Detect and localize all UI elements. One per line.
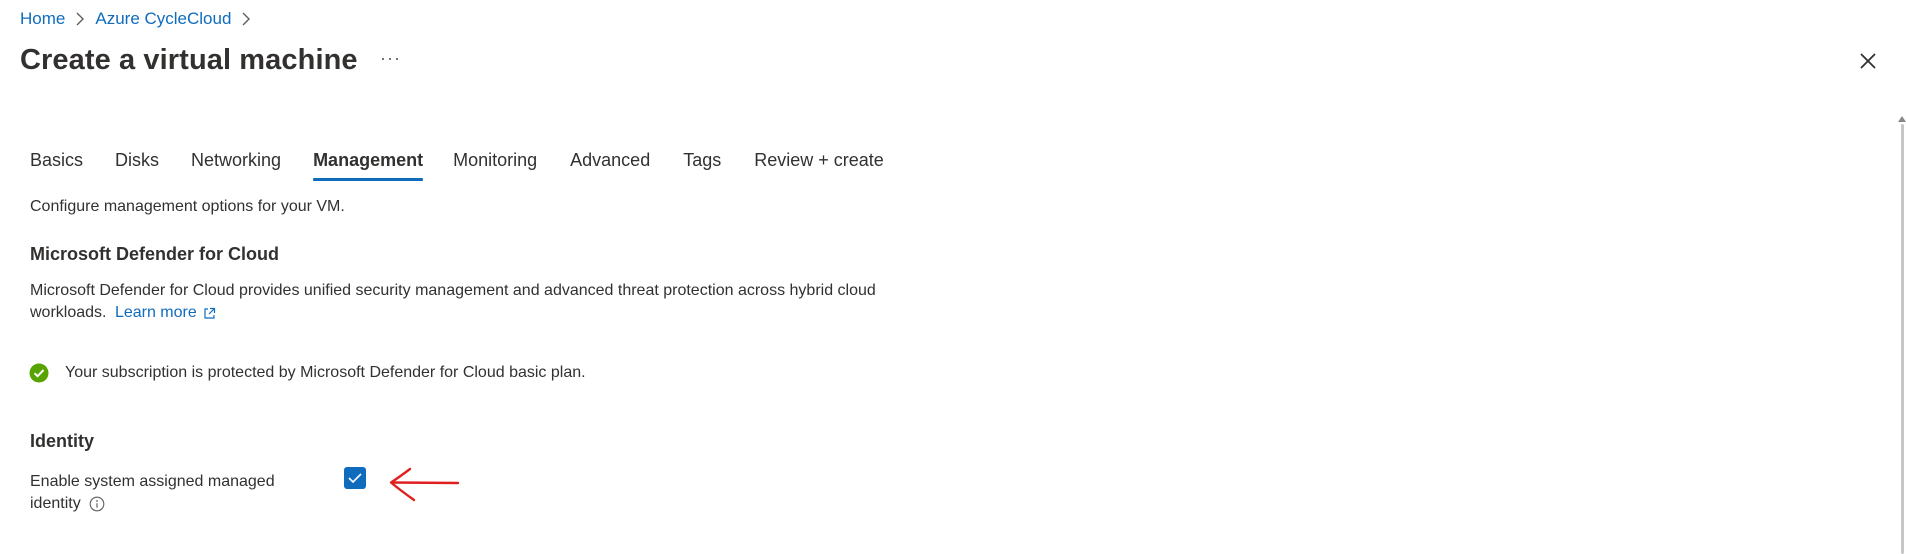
breadcrumb: Home Azure CycleCloud: [20, 8, 261, 30]
checkmark-icon: [348, 473, 362, 484]
scroll-up-arrow-icon[interactable]: [1898, 116, 1906, 122]
red-arrow-icon: [389, 467, 460, 502]
tab-monitoring[interactable]: Monitoring: [453, 146, 537, 182]
tab-basics[interactable]: Basics: [30, 146, 83, 182]
more-options-button[interactable]: ···: [380, 48, 401, 69]
breadcrumb-cyclecloud-link[interactable]: Azure CycleCloud: [95, 8, 231, 30]
defender-description: Microsoft Defender for Cloud provides un…: [30, 280, 930, 324]
identity-label-text: Enable system assigned managed identity: [30, 473, 275, 512]
scrollbar-track[interactable]: [1901, 124, 1904, 554]
learn-more-label[interactable]: Learn more: [115, 302, 197, 324]
identity-checkbox[interactable]: [344, 467, 366, 489]
breadcrumb-home-link[interactable]: Home: [20, 8, 65, 30]
defender-status: Your subscription is protected by Micros…: [29, 363, 586, 383]
vertical-scrollbar[interactable]: [1898, 116, 1906, 554]
defender-status-text: Your subscription is protected by Micros…: [65, 364, 586, 381]
defender-heading: Microsoft Defender for Cloud: [30, 244, 280, 264]
tab-tags[interactable]: Tags: [683, 146, 721, 182]
tab-management[interactable]: Management: [313, 146, 424, 182]
chevron-right-icon: [75, 12, 85, 26]
tab-review-create[interactable]: Review + create: [754, 146, 884, 182]
learn-more-link[interactable]: Learn more: [115, 302, 216, 324]
success-check-icon: [29, 363, 49, 383]
tab-advanced[interactable]: Advanced: [570, 146, 650, 182]
chevron-right-icon: [241, 12, 251, 26]
close-button[interactable]: [1857, 50, 1879, 72]
tab-bar: Basics Disks Networking Management Monit…: [30, 146, 884, 182]
close-icon: [1860, 53, 1876, 69]
external-link-icon: [204, 307, 215, 319]
info-icon[interactable]: [89, 496, 105, 512]
tab-networking[interactable]: Networking: [191, 146, 281, 182]
identity-field-label: Enable system assigned managed identity: [30, 471, 300, 515]
tab-disks[interactable]: Disks: [115, 146, 159, 182]
intro-text: Configure management options for your VM…: [30, 198, 345, 215]
identity-heading: Identity: [30, 431, 95, 451]
page-title: Create a virtual machine: [20, 44, 358, 76]
